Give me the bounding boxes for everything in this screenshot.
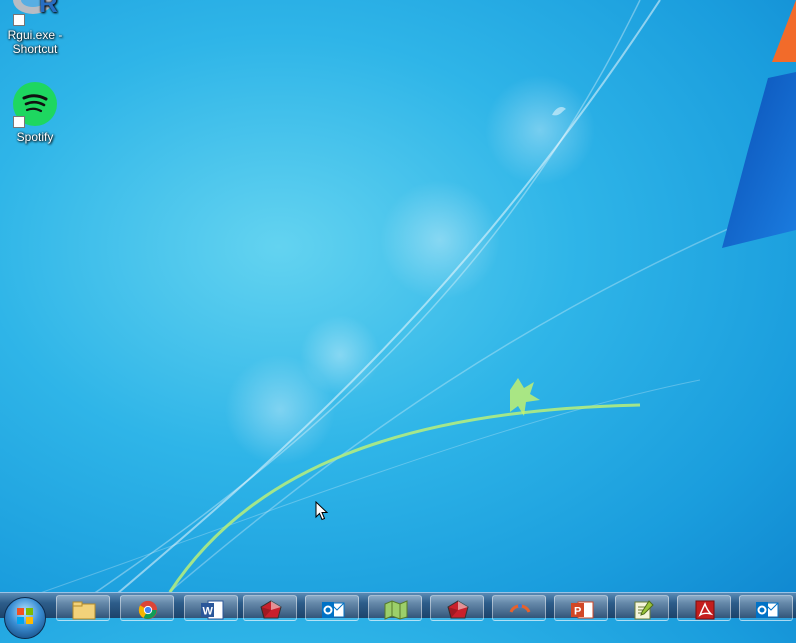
shortcut-arrow-icon bbox=[13, 14, 25, 26]
map-icon bbox=[384, 600, 408, 620]
taskbar: W P bbox=[0, 592, 796, 639]
taskbar-notepad-plus-plus[interactable] bbox=[615, 595, 669, 621]
desktop-icon-label: Rgui.exe - Shortcut bbox=[7, 28, 63, 56]
r-logo-icon: R bbox=[11, 0, 59, 26]
notepad-icon bbox=[634, 600, 654, 620]
taskbar-adobe-acrobat[interactable] bbox=[677, 595, 731, 621]
outlook-icon bbox=[756, 602, 779, 618]
wallpaper bbox=[19, 0, 796, 617]
taskbar-outlook[interactable] bbox=[305, 595, 359, 621]
red-polyhedron-icon bbox=[260, 600, 282, 619]
taskbar-outlook-2[interactable] bbox=[739, 595, 793, 621]
svg-text:W: W bbox=[203, 606, 214, 618]
taskbar-word[interactable]: W bbox=[184, 595, 238, 621]
svg-text:R: R bbox=[39, 0, 58, 18]
start-button[interactable] bbox=[4, 597, 46, 639]
orange-swirl-icon bbox=[509, 604, 531, 613]
outlook-icon bbox=[322, 602, 345, 618]
word-icon: W bbox=[201, 600, 224, 620]
mouse-cursor-icon bbox=[315, 501, 329, 521]
chrome-icon bbox=[138, 600, 158, 620]
taskbar-red-polyhedron-app[interactable] bbox=[243, 595, 297, 621]
powerpoint-icon: P bbox=[571, 601, 594, 619]
shortcut-arrow-icon bbox=[13, 116, 25, 128]
taskbar-explorer[interactable] bbox=[56, 595, 110, 621]
desktop-icon-rgui[interactable]: R Rgui.exe - Shortcut bbox=[0, 0, 70, 56]
taskbar-map-app[interactable] bbox=[368, 595, 422, 621]
taskbar-orange-app[interactable] bbox=[492, 595, 546, 621]
folder-icon bbox=[72, 601, 96, 620]
windows-logo-icon bbox=[17, 608, 33, 624]
desktop-icon-spotify[interactable]: Spotify bbox=[0, 80, 70, 144]
acrobat-icon bbox=[695, 600, 715, 620]
taskbar-chrome[interactable] bbox=[120, 595, 174, 621]
svg-text:P: P bbox=[574, 606, 581, 618]
taskbar-red-polyhedron-app-2[interactable] bbox=[430, 595, 484, 621]
spotify-icon bbox=[11, 80, 59, 128]
red-polyhedron-icon bbox=[447, 600, 469, 619]
desktop-icon-label: Spotify bbox=[16, 130, 54, 144]
taskbar-powerpoint[interactable]: P bbox=[554, 595, 608, 621]
